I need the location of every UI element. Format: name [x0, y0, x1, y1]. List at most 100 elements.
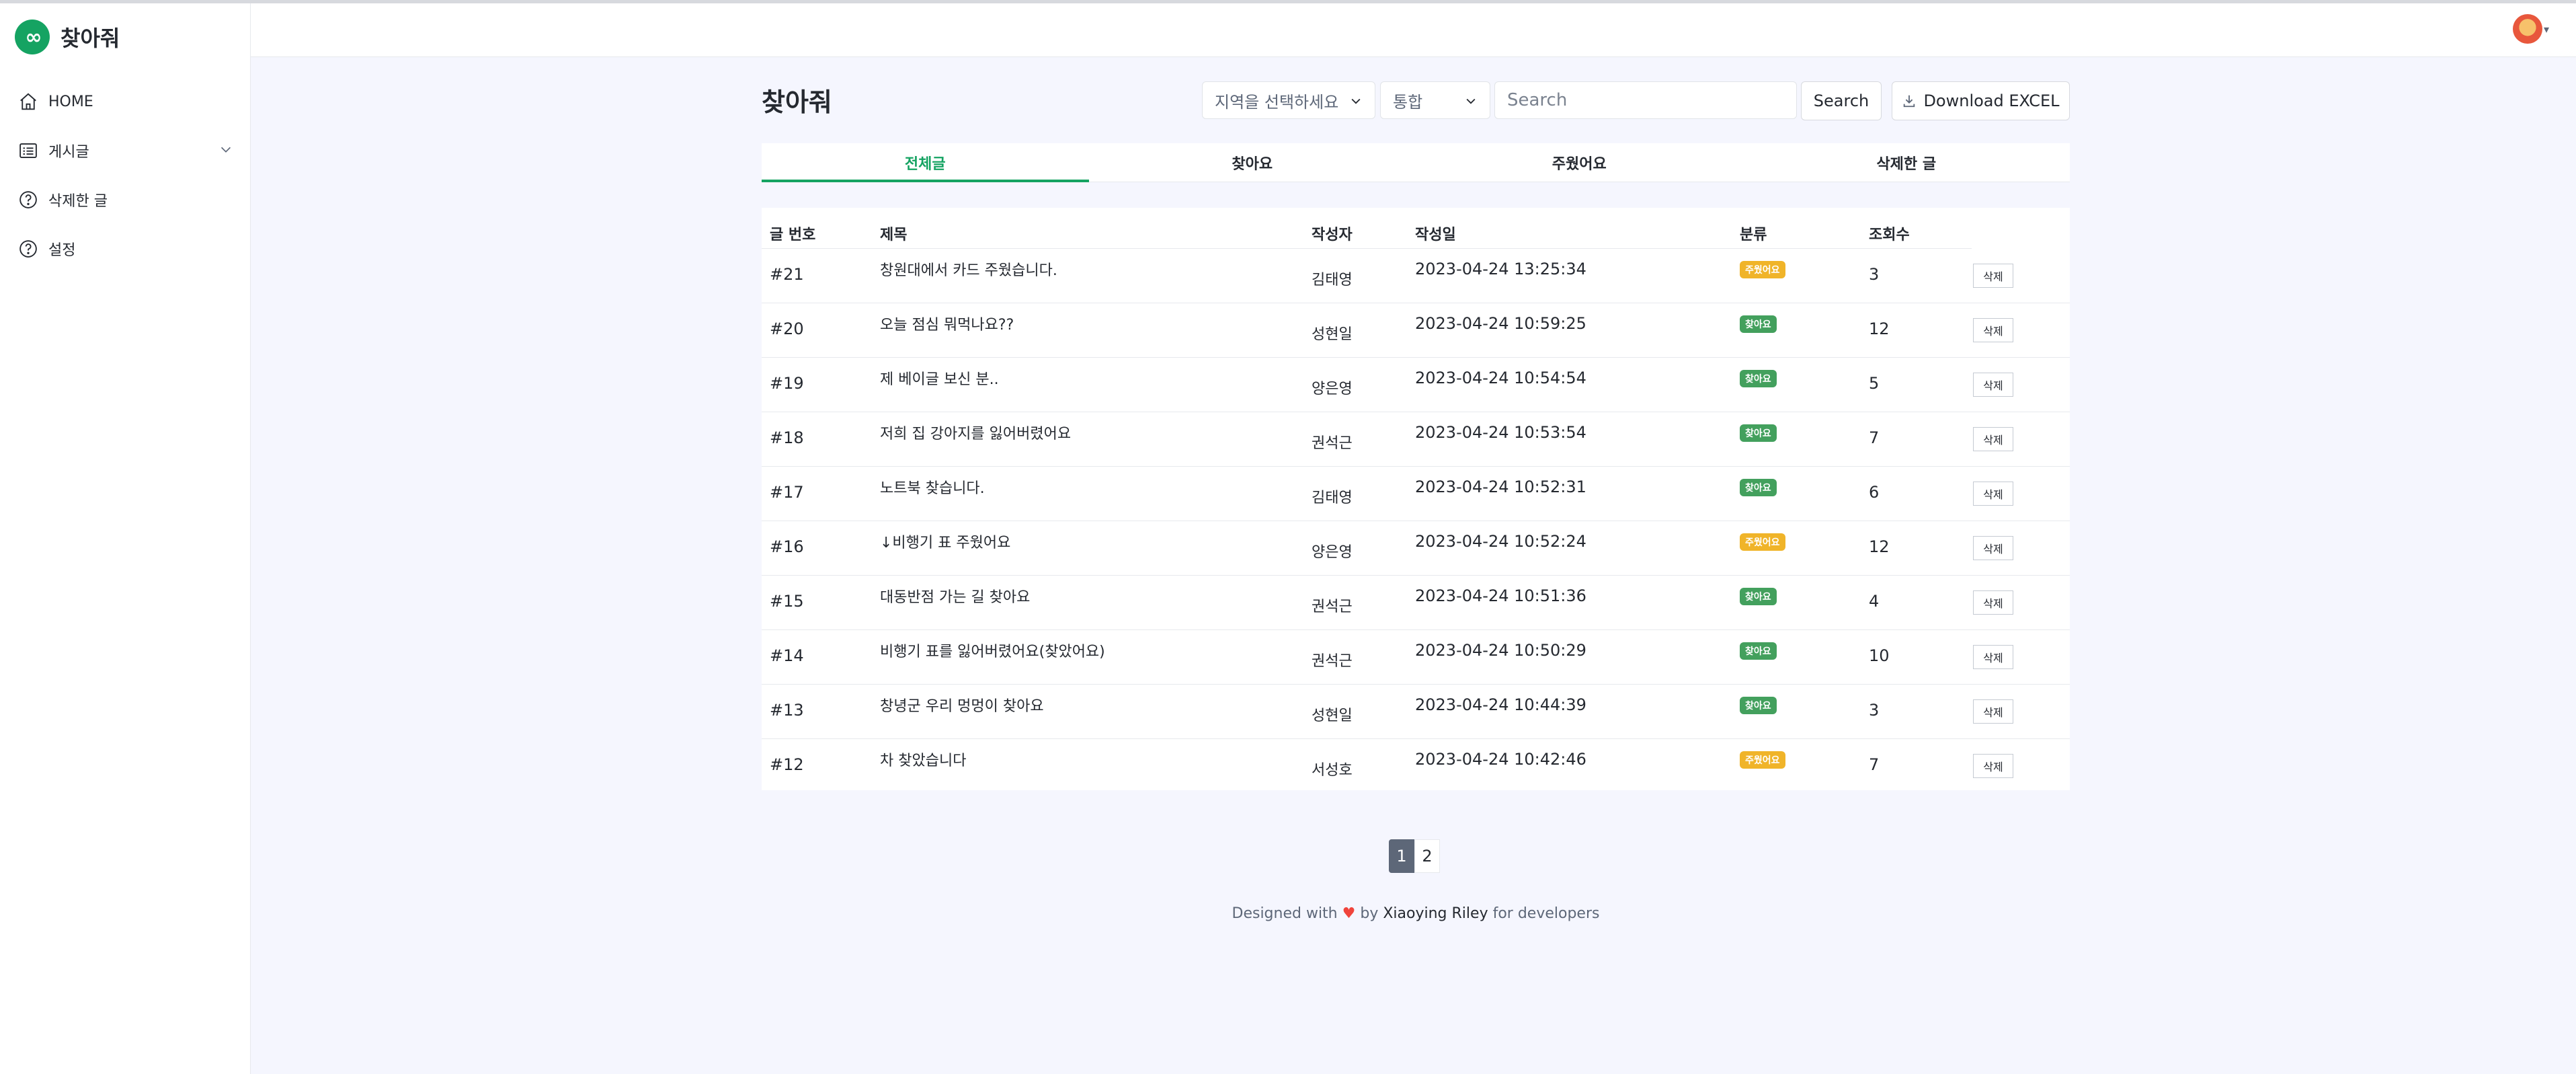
post-author: 서성호 — [1312, 762, 1353, 779]
footer-suffix: for developers — [1492, 905, 1600, 922]
category-badge: 주웠어요 — [1740, 751, 1785, 769]
search-input[interactable] — [1494, 81, 1797, 119]
category-badge: 찾아요 — [1740, 588, 1777, 605]
user-avatar[interactable]: ▾ — [2513, 14, 2549, 44]
category-badge: 찾아요 — [1740, 697, 1777, 714]
post-views: 7 — [1869, 428, 1880, 447]
chevron-down-icon — [1351, 98, 1361, 104]
post-author: 권석근 — [1312, 435, 1353, 452]
top-header: ▾ — [251, 3, 2576, 57]
post-author: 성현일 — [1312, 326, 1353, 343]
post-views: 10 — [1869, 646, 1890, 665]
download-excel-button[interactable]: Download EXCEL — [1892, 81, 2070, 120]
delete-button[interactable]: 삭제 — [1973, 318, 2013, 342]
post-date: 2023-04-24 10:54:54 — [1415, 369, 1586, 387]
category-tabs: 전체글 찾아요 주웠어요 삭제한 글 — [762, 143, 2070, 182]
table-row[interactable]: #19 제 베이글 보신 분.. 양은영 2023-04-24 10:54:54 찾아요… — [762, 358, 2070, 412]
footer: Designed with ♥ by Xiaoying Riley for de… — [762, 905, 2070, 922]
post-date: 2023-04-24 10:51:36 — [1415, 586, 1586, 605]
region-select[interactable]: 지역을 선택하세요 — [1202, 81, 1375, 119]
delete-button[interactable]: 삭제 — [1973, 427, 2013, 451]
table-row[interactable]: #21 창원대에서 카드 주웠습니다. 김태영 2023-04-24 13:25:34… — [762, 249, 2070, 303]
post-author: 김태영 — [1312, 490, 1353, 506]
sidebar-item-settings[interactable]: 설정 — [17, 235, 75, 262]
footer-by: by — [1360, 905, 1379, 922]
page-1-button[interactable]: 1 — [1389, 839, 1414, 873]
delete-button[interactable]: 삭제 — [1973, 264, 2013, 288]
table-row[interactable]: #20 오늘 점심 뭐먹나요?? 성현일 2023-04-24 10:59:25 찾아요… — [762, 303, 2070, 358]
chevron-down-icon — [1466, 98, 1476, 104]
header-author: 작성자 — [1312, 227, 1353, 243]
post-title-link[interactable]: 노트북 찾습니다. — [880, 476, 985, 498]
search-button[interactable]: Search — [1801, 81, 1882, 120]
help-circle-icon — [17, 189, 39, 210]
post-title-link[interactable]: 창원대에서 카드 주웠습니다. — [880, 258, 1057, 280]
post-title-link[interactable]: 비행기 표를 잃어버렸어요(찾았어요) — [880, 640, 1105, 661]
table-row[interactable]: #18 저희 집 강아지를 잃어버렸어요 권석근 2023-04-24 10:53:5… — [762, 412, 2070, 467]
post-number: #15 — [770, 592, 804, 611]
footer-prefix: Designed with — [1232, 905, 1338, 922]
table-row[interactable]: #14 비행기 표를 잃어버렸어요(찾았어요) 권석근 2023-04-24 10:5… — [762, 630, 2070, 685]
post-date: 2023-04-24 10:44:39 — [1415, 695, 1586, 714]
post-author: 권석근 — [1312, 653, 1353, 670]
post-title-link[interactable]: ↓비행기 표 주웠어요 — [880, 531, 1010, 552]
delete-button[interactable]: 삭제 — [1973, 645, 2013, 669]
brand[interactable]: ∞ 찾아줘 — [15, 20, 120, 54]
sidebar-item-deleted[interactable]: 삭제한 글 — [17, 186, 108, 213]
post-views: 12 — [1869, 319, 1890, 338]
post-number: #21 — [770, 265, 804, 284]
table-row[interactable]: #16 ↓비행기 표 주웠어요 양은영 2023-04-24 10:52:24 주웠어요… — [762, 521, 2070, 576]
post-views: 3 — [1869, 701, 1880, 720]
heart-icon: ♥ — [1342, 905, 1356, 922]
caret-down-icon: ▾ — [2543, 22, 2549, 36]
tab-all[interactable]: 전체글 — [762, 143, 1089, 182]
post-date: 2023-04-24 10:50:29 — [1415, 641, 1586, 660]
delete-button[interactable]: 삭제 — [1973, 754, 2013, 778]
table-row[interactable]: #15 대동반점 가는 길 찾아요 권석근 2023-04-24 10:51:36 찾아… — [762, 576, 2070, 630]
type-select[interactable]: 통합 — [1380, 81, 1490, 119]
post-title-link[interactable]: 오늘 점심 뭐먹나요?? — [880, 313, 1014, 334]
post-views: 12 — [1869, 537, 1890, 556]
delete-button[interactable]: 삭제 — [1973, 699, 2013, 724]
delete-button[interactable]: 삭제 — [1973, 590, 2013, 615]
post-author: 양은영 — [1312, 544, 1353, 561]
post-author: 양은영 — [1312, 381, 1353, 397]
list-icon — [17, 140, 39, 161]
post-number: #13 — [770, 701, 804, 720]
post-date: 2023-04-24 10:52:31 — [1415, 477, 1586, 496]
sidebar-item-label: 게시글 — [48, 144, 89, 161]
post-number: #12 — [770, 755, 804, 774]
pagination: 1 2 — [1389, 839, 1440, 873]
post-title-link[interactable]: 제 베이글 보신 분.. — [880, 367, 999, 389]
page-title: 찾아줘 — [762, 87, 832, 117]
chevron-down-icon[interactable] — [218, 142, 233, 157]
table-row[interactable]: #17 노트북 찾습니다. 김태영 2023-04-24 10:52:31 찾아요 6 삭제 — [762, 467, 2070, 521]
delete-button[interactable]: 삭제 — [1973, 536, 2013, 560]
table-row[interactable]: #12 차 찾았습니다 서성호 2023-04-24 10:42:46 주웠어요 7 삭제 — [762, 739, 2070, 794]
tab-found[interactable]: 주웠어요 — [1416, 143, 1743, 182]
footer-author-link[interactable]: Xiaoying Riley — [1383, 905, 1488, 922]
post-number: #19 — [770, 374, 804, 393]
type-select-value: 통합 — [1393, 92, 1423, 112]
post-title-link[interactable]: 저희 집 강아지를 잃어버렸어요 — [880, 422, 1071, 443]
post-title-link[interactable]: 창녕군 우리 멍멍이 찾아요 — [880, 694, 1044, 716]
table-row[interactable]: #13 창녕군 우리 멍멍이 찾아요 성현일 2023-04-24 10:44:39 찾… — [762, 685, 2070, 739]
header-title: 제목 — [880, 227, 908, 243]
post-views: 6 — [1869, 483, 1880, 502]
category-badge: 주웠어요 — [1740, 533, 1785, 551]
delete-button[interactable]: 삭제 — [1973, 482, 2013, 506]
tab-deleted[interactable]: 삭제한 글 — [1743, 143, 2070, 182]
post-views: 4 — [1869, 592, 1880, 611]
post-date: 2023-04-24 10:59:25 — [1415, 314, 1586, 333]
delete-button[interactable]: 삭제 — [1973, 373, 2013, 397]
app-name: 찾아줘 — [61, 26, 120, 51]
tab-lost[interactable]: 찾아요 — [1089, 143, 1416, 182]
category-badge: 찾아요 — [1740, 642, 1777, 660]
post-title-link[interactable]: 차 찾았습니다 — [880, 749, 966, 770]
help-circle-icon — [17, 238, 39, 260]
sidebar-item-home[interactable]: HOME — [17, 88, 93, 115]
region-select-value: 지역을 선택하세요 — [1215, 92, 1339, 112]
sidebar-item-posts[interactable]: 게시글 — [17, 137, 89, 164]
page-2-button[interactable]: 2 — [1414, 839, 1440, 873]
post-title-link[interactable]: 대동반점 가는 길 찾아요 — [880, 585, 1030, 607]
